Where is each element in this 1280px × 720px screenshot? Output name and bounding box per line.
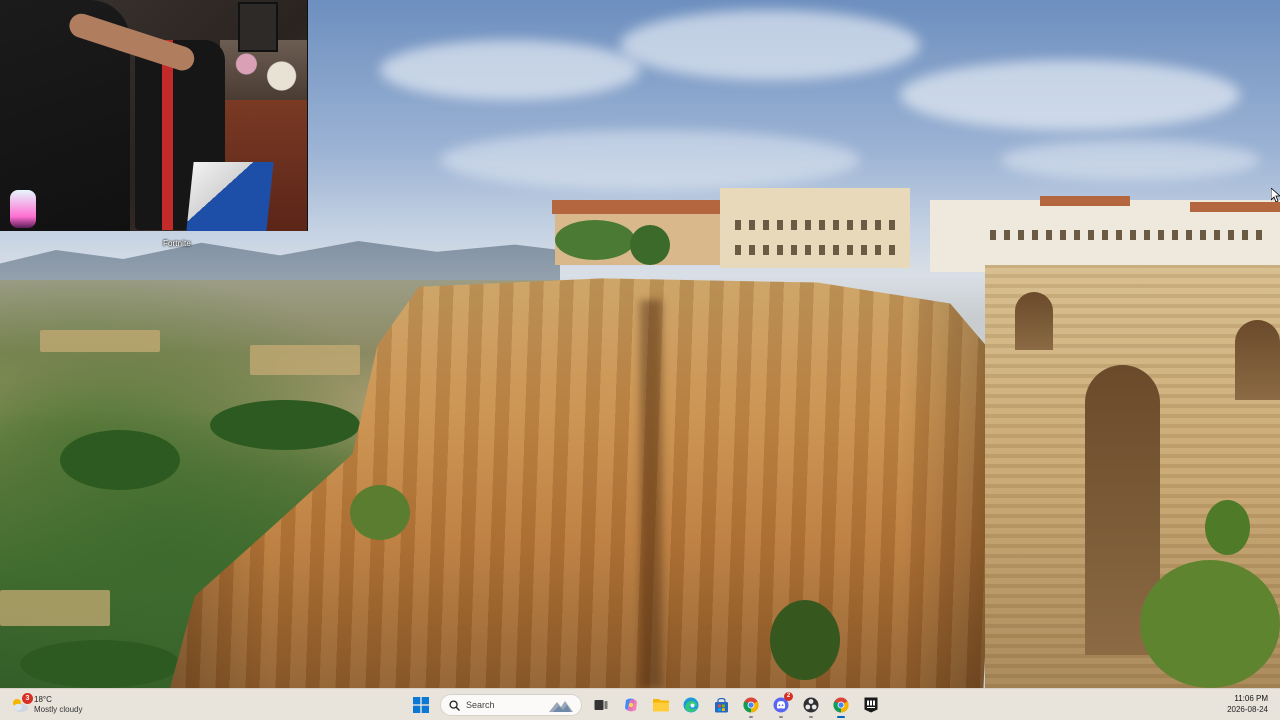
- weather-temperature: 18°C: [34, 695, 52, 704]
- wallpaper-roof: [1040, 196, 1130, 206]
- wallpaper-windows: [990, 230, 1270, 240]
- windows-logo-icon: [413, 697, 429, 713]
- wallpaper-cloud: [620, 10, 920, 80]
- taskbar: 3 18°C Mostly cloudy Search 2 11:06 PM 2…: [0, 688, 1280, 720]
- wallpaper-cloud: [900, 60, 1240, 130]
- edge-icon: [683, 697, 699, 713]
- wallpaper-bush: [350, 485, 410, 540]
- clock-time: 11:06 PM: [1234, 694, 1268, 703]
- webcam-lamp: [10, 190, 36, 228]
- wallpaper-bush: [1140, 560, 1280, 688]
- copilot-button[interactable]: [618, 692, 644, 718]
- search-icon: [449, 699, 460, 711]
- wallpaper-field: [250, 345, 360, 375]
- weather-widget[interactable]: 3 18°C Mostly cloudy: [10, 692, 82, 718]
- start-button[interactable]: [408, 692, 434, 718]
- obs-icon: [803, 697, 819, 713]
- mouse-cursor-icon: [1271, 188, 1280, 202]
- epic-games-button[interactable]: [858, 692, 884, 718]
- game-overlay-label: Fortnite: [163, 239, 191, 248]
- wallpaper-trees: [60, 430, 180, 490]
- webcam-picture-frame: [238, 2, 278, 52]
- wallpaper-roof: [552, 200, 728, 214]
- chrome-button[interactable]: [738, 692, 764, 718]
- epic-games-icon: [864, 697, 878, 713]
- wallpaper-bridge-arch: [1015, 292, 1053, 350]
- system-clock[interactable]: 11:06 PM 2026-08-24: [1227, 693, 1268, 715]
- wallpaper-field: [0, 590, 110, 626]
- wallpaper-bridge-arch: [1235, 320, 1280, 400]
- file-explorer-button[interactable]: [648, 692, 674, 718]
- webcam-bag: [186, 162, 274, 231]
- partly-cloudy-icon: 3: [10, 693, 33, 715]
- chrome-icon: [743, 697, 759, 713]
- wallpaper-ivy: [555, 220, 635, 260]
- wallpaper-bush: [770, 600, 840, 680]
- wallpaper-cliff-crevice: [640, 300, 662, 688]
- microsoft-store-button[interactable]: [708, 692, 734, 718]
- wallpaper-windows: [735, 220, 900, 230]
- search-input[interactable]: [466, 700, 546, 710]
- wallpaper-bush: [1205, 500, 1250, 555]
- wallpaper-field: [40, 330, 160, 352]
- weather-condition: Mostly cloudy: [34, 705, 83, 714]
- search-highlight-icon: [549, 701, 573, 712]
- copilot-icon: [625, 698, 637, 712]
- task-view-icon: [594, 700, 608, 710]
- wallpaper-trees: [210, 400, 360, 450]
- wallpaper-tree: [630, 225, 670, 265]
- chrome-icon: [833, 697, 849, 713]
- obs-button[interactable]: [798, 692, 824, 718]
- wallpaper-roof: [1190, 202, 1280, 212]
- wallpaper-cloud: [380, 40, 640, 100]
- wallpaper-cloud: [440, 130, 860, 190]
- taskbar-search[interactable]: [440, 694, 582, 716]
- wallpaper-cloud: [1000, 140, 1260, 180]
- clock-date: 2026-08-24: [1227, 705, 1268, 714]
- weather-notification-badge: 3: [22, 693, 33, 704]
- taskbar-center: 2: [408, 692, 884, 718]
- store-icon: [714, 697, 728, 712]
- webcam-overlay: [0, 0, 308, 231]
- discord-button[interactable]: 2: [768, 692, 794, 718]
- task-view-button[interactable]: [588, 692, 614, 718]
- wallpaper-trees: [20, 640, 180, 688]
- chrome-active-button[interactable]: [828, 692, 854, 718]
- discord-notification-badge: 2: [784, 692, 793, 701]
- edge-button[interactable]: [678, 692, 704, 718]
- folder-icon: [653, 699, 669, 712]
- wallpaper-windows: [735, 245, 900, 255]
